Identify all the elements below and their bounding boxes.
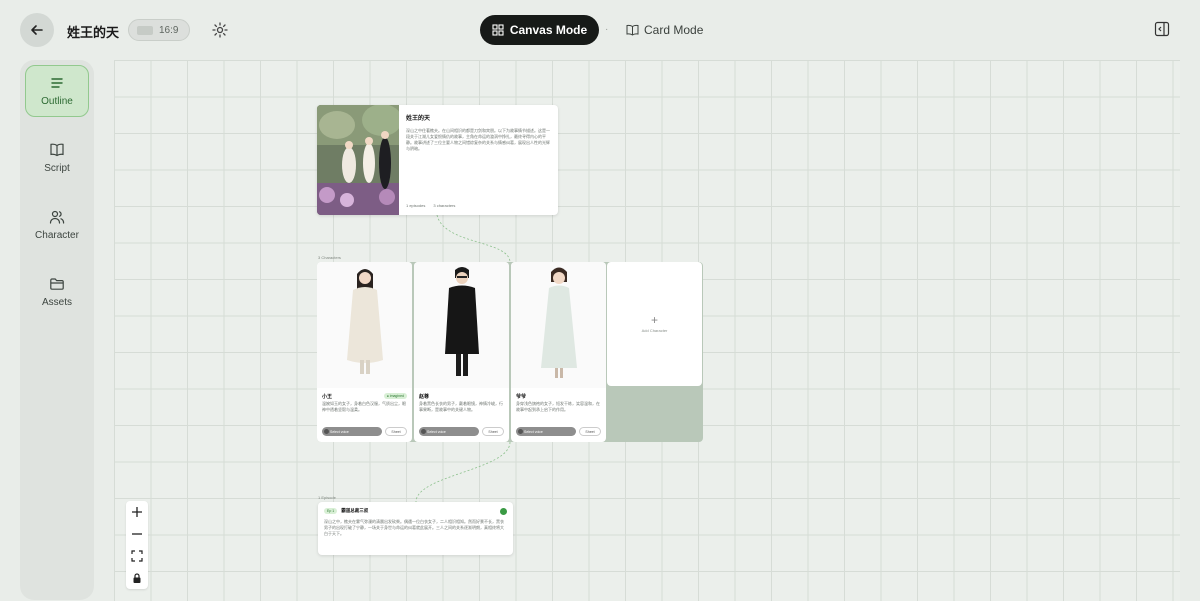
book-open-icon <box>626 24 639 36</box>
zoom-toolbar <box>126 501 148 589</box>
story-cover-image <box>317 105 402 215</box>
top-bar: 姓王的天 16:9 Canvas Mode · Card Mode <box>0 0 1200 60</box>
character-name: 赵尊 <box>419 394 430 400</box>
fit-view-icon <box>131 550 143 562</box>
sidebar-item-outline[interactable]: Outline <box>25 65 89 117</box>
zoom-out-button[interactable] <box>126 523 148 545</box>
character-card[interactable]: 爷爷 身穿浅色旗袍的女子，短发干练，笑容温和，在故事中起到承上启下的作用。 Se… <box>511 262 606 442</box>
story-meta: 1 episodes 3 characters <box>406 203 455 209</box>
character-description: 身着黑色长衣的男子，戴着眼镜，神情冷峻，行事果断，是故事中的关键人物。 <box>419 401 503 412</box>
add-character-card[interactable]: + Add Character <box>607 262 702 386</box>
episodes-count: 1 episodes <box>406 203 426 208</box>
play-icon <box>421 429 426 434</box>
minus-icon <box>132 533 142 535</box>
toggle-panel-button[interactable] <box>1154 21 1172 39</box>
character-description: 温婉如玉的女子，身着白色汉服，气质出尘，眼神中透着坚毅与温柔。 <box>322 401 406 412</box>
users-icon <box>49 210 65 224</box>
character-description: 身穿浅色旗袍的女子，短发干练，笑容温和，在故事中起到承上启下的作用。 <box>516 401 600 412</box>
fit-view-button[interactable] <box>126 545 148 567</box>
select-voice-button[interactable]: Select voice <box>419 427 479 436</box>
sidebar-item-character[interactable]: Character <box>25 199 89 251</box>
status-dot-icon <box>500 508 507 515</box>
episode-title: 霸道总裁三叔 <box>341 508 369 513</box>
sidebar-item-assets[interactable]: Assets <box>25 266 89 318</box>
character-portrait <box>317 262 412 388</box>
book-icon <box>50 143 64 157</box>
aspect-ratio-selector[interactable]: 16:9 <box>128 19 190 41</box>
sidebar-item-label: Character <box>35 230 79 241</box>
select-voice-label: Select voice <box>524 429 543 434</box>
aspect-ratio-label: 16:9 <box>159 24 179 36</box>
play-icon <box>324 429 329 434</box>
sheet-button[interactable]: Sheet <box>579 427 601 436</box>
character-portrait <box>414 262 509 388</box>
list-icon <box>51 78 63 88</box>
characters-count: 3 characters <box>433 203 456 208</box>
back-button[interactable] <box>20 13 54 47</box>
canvas-mode-label: Canvas Mode <box>509 23 588 37</box>
lock-icon <box>133 573 141 583</box>
zoom-in-button[interactable] <box>126 501 148 523</box>
sidebar-item-label: Outline <box>41 96 73 107</box>
play-icon <box>518 429 523 434</box>
story-synopsis: 深山之中住著樵夫。在山间相识的都是刀剑和宾朋。以下为故事情节描述。这是一段关于江… <box>406 128 550 151</box>
episode-badge: Ep 1 <box>324 508 338 514</box>
story-card[interactable]: 姓王的天 深山之中住著樵夫。在山间相识的都是刀剑和宾朋。以下为故事情节描述。这是… <box>317 105 558 215</box>
episode-synopsis: 深山之中，樵夫在雾气弥漫的清晨出发砍柴。偶遇一位白衣女子，二人相识相知。然而好景… <box>324 519 504 536</box>
select-voice-label: Select voice <box>427 429 446 434</box>
character-card[interactable]: 赵尊 身着黑色长衣的男子，戴着眼镜，神情冷峻，行事果断，是故事中的关键人物。 S… <box>414 262 509 442</box>
character-name: 小王 <box>322 394 333 400</box>
episodes-section-label: 1 Episode <box>318 495 336 500</box>
select-voice-button[interactable]: Select voice <box>322 427 382 436</box>
plus-icon: + <box>650 313 658 327</box>
grid-icon <box>492 24 504 36</box>
folder-icon <box>50 278 64 290</box>
sidebar-item-label: Script <box>44 163 70 174</box>
character-status-badge: ● imagined <box>383 393 407 399</box>
episode-header: Ep 1 霸道总裁三叔 <box>324 508 368 514</box>
canvas-area[interactable]: 姓王的天 深山之中住著樵夫。在山间相识的都是刀剑和宾朋。以下为故事情节描述。这是… <box>114 60 1180 601</box>
sidebar: Outline Script Character Assets <box>20 60 94 600</box>
characters-section-label: 3 Characters <box>318 255 341 260</box>
gear-icon <box>212 22 228 38</box>
character-card[interactable]: 小王 ● imagined 温婉如玉的女子，身着白色汉服，气质出尘，眼神中透着坚… <box>317 262 412 442</box>
add-character-label: Add Character <box>641 328 668 333</box>
select-voice-button[interactable]: Select voice <box>516 427 576 436</box>
character-portrait <box>511 262 606 388</box>
story-title: 姓王的天 <box>406 116 431 122</box>
sidebar-item-script[interactable]: Script <box>25 132 89 184</box>
sidebar-item-label: Assets <box>41 297 72 308</box>
story-body: 姓王的天 深山之中住著樵夫。在山间相识的都是刀剑和宾朋。以下为故事情节描述。这是… <box>406 113 552 188</box>
arrow-left-icon <box>31 25 43 35</box>
sheet-button[interactable]: Sheet <box>385 427 407 436</box>
sheet-button[interactable]: Sheet <box>482 427 504 436</box>
sidebar-panel-icon <box>1154 21 1170 37</box>
settings-button[interactable] <box>211 21 229 39</box>
card-mode-button[interactable]: Card Mode <box>626 15 703 45</box>
select-voice-label: Select voice <box>330 429 349 434</box>
lock-button[interactable] <box>126 567 148 589</box>
page-title: 姓王的天 <box>67 25 120 40</box>
canvas-mode-button[interactable]: Canvas Mode <box>480 15 599 45</box>
ratio-swatch-icon <box>137 25 153 35</box>
characters-group: 小王 ● imagined 温婉如玉的女子，身着白色汉服，气质出尘，眼神中透着坚… <box>317 262 703 442</box>
plus-icon <box>132 507 142 517</box>
character-name: 爷爷 <box>516 394 527 400</box>
mode-separator: · <box>605 24 609 35</box>
card-mode-label: Card Mode <box>644 23 704 37</box>
episode-card[interactable]: Ep 1 霸道总裁三叔 深山之中，樵夫在雾气弥漫的清晨出发砍柴。偶遇一位白衣女子… <box>318 502 513 555</box>
